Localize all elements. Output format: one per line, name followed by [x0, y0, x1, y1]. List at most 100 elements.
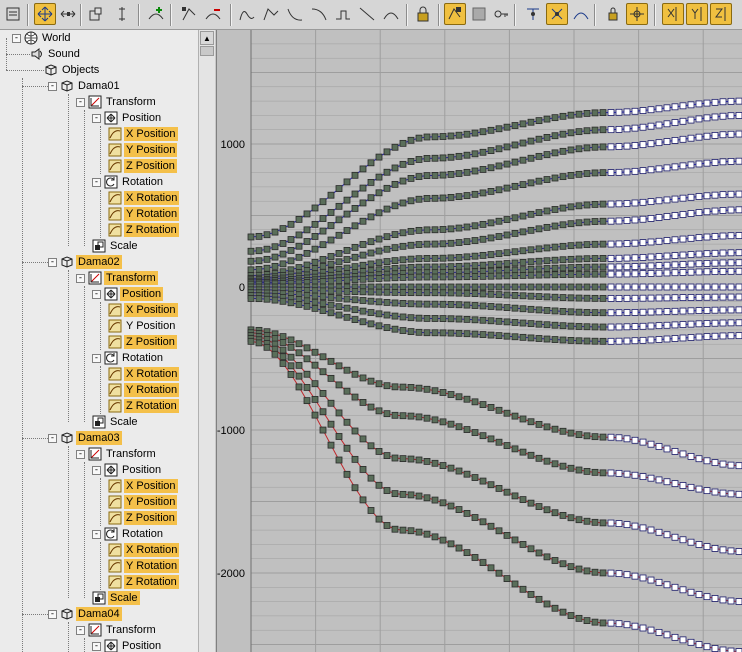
tree-row-label[interactable]: X Position — [124, 127, 178, 141]
key-point[interactable] — [735, 232, 742, 239]
collapse-toggle[interactable]: - — [48, 609, 57, 619]
tree-row[interactable]: Z Position — [108, 158, 177, 174]
key-point[interactable] — [543, 321, 551, 329]
key-point[interactable] — [607, 254, 615, 262]
key-point[interactable] — [647, 198, 655, 205]
key-point[interactable] — [455, 329, 463, 337]
key-point[interactable] — [271, 350, 279, 358]
key-point[interactable] — [391, 325, 399, 333]
key-point[interactable] — [671, 294, 679, 302]
key-point[interactable] — [719, 158, 727, 166]
key-point[interactable] — [727, 130, 735, 138]
key-point[interactable] — [447, 301, 455, 308]
key-point[interactable] — [463, 301, 471, 309]
key-point[interactable] — [647, 474, 655, 482]
key-point[interactable] — [663, 269, 671, 277]
key-point[interactable] — [327, 357, 335, 365]
key-point[interactable] — [503, 272, 511, 280]
key-point[interactable] — [711, 249, 719, 257]
key-point[interactable] — [583, 323, 591, 331]
key-point[interactable] — [359, 199, 367, 207]
key-point[interactable] — [719, 207, 727, 214]
key-point[interactable] — [567, 264, 575, 272]
key-point[interactable] — [535, 209, 543, 217]
key-point[interactable] — [351, 276, 359, 284]
key-point[interactable] — [567, 464, 575, 472]
scroll-thumb[interactable] — [200, 46, 214, 56]
key-point[interactable] — [655, 628, 663, 636]
key-point[interactable] — [639, 239, 647, 247]
key-point[interactable] — [495, 332, 503, 340]
key-point[interactable] — [591, 126, 599, 134]
key-point[interactable] — [695, 591, 703, 598]
key-point[interactable] — [479, 283, 487, 291]
key-point[interactable] — [335, 202, 343, 210]
key-point[interactable] — [527, 226, 535, 234]
key-point[interactable] — [615, 240, 623, 248]
key-point[interactable] — [647, 322, 655, 330]
key-point[interactable] — [687, 101, 695, 109]
key-point[interactable] — [735, 130, 742, 138]
key-point[interactable] — [655, 165, 663, 173]
key-point[interactable] — [495, 527, 503, 535]
key-point[interactable] — [575, 202, 583, 210]
key-point[interactable] — [303, 384, 311, 391]
key-point[interactable] — [343, 246, 351, 254]
key-point[interactable] — [535, 454, 543, 462]
key-point[interactable] — [383, 299, 391, 306]
key-point[interactable] — [599, 126, 607, 134]
key-point[interactable] — [487, 317, 495, 325]
key-point[interactable] — [399, 455, 407, 463]
key-point[interactable] — [719, 249, 727, 257]
tree-row-label[interactable]: Scale — [108, 239, 140, 253]
key-point[interactable] — [695, 209, 703, 216]
key-point[interactable] — [711, 98, 719, 106]
key-point[interactable] — [439, 154, 447, 162]
key-point[interactable] — [375, 209, 383, 217]
key-point[interactable] — [503, 575, 511, 583]
key-point[interactable] — [559, 560, 567, 568]
key-point[interactable] — [679, 636, 687, 644]
key-point[interactable] — [439, 194, 447, 202]
key-point[interactable] — [647, 626, 655, 634]
key-point[interactable] — [463, 192, 471, 199]
key-point[interactable] — [655, 237, 663, 245]
collapse-toggle[interactable]: - — [76, 97, 85, 107]
key-point[interactable] — [639, 141, 647, 149]
key-point[interactable] — [543, 257, 551, 265]
key-point[interactable] — [655, 283, 663, 291]
key-point[interactable] — [607, 433, 615, 441]
key-point[interactable] — [519, 319, 527, 327]
key-point[interactable] — [719, 460, 727, 468]
key-point[interactable] — [727, 267, 735, 275]
key-point[interactable] — [607, 309, 615, 317]
key-point[interactable] — [327, 236, 335, 244]
key-point[interactable] — [423, 385, 431, 393]
key-point[interactable] — [527, 118, 535, 126]
key-point[interactable] — [559, 307, 567, 315]
key-point[interactable] — [679, 135, 687, 143]
key-point[interactable] — [319, 353, 327, 361]
key-point[interactable] — [615, 263, 623, 271]
collapse-toggle[interactable]: - — [76, 625, 85, 635]
key-point[interactable] — [479, 477, 487, 485]
tree-row[interactable]: Z Position — [108, 334, 177, 350]
key-point[interactable] — [551, 283, 559, 291]
collapse-toggle[interactable]: - — [92, 465, 101, 475]
key-point[interactable] — [591, 618, 599, 626]
key-point[interactable] — [423, 263, 431, 271]
key-point[interactable] — [535, 306, 543, 314]
key-point[interactable] — [503, 260, 511, 267]
key-point[interactable] — [383, 184, 391, 192]
key-point[interactable] — [607, 619, 615, 627]
key-point[interactable] — [295, 340, 303, 348]
key-point[interactable] — [687, 134, 695, 142]
add-keys-button[interactable] — [145, 3, 167, 25]
key-point[interactable] — [335, 216, 343, 224]
key-point[interactable] — [591, 255, 599, 262]
lock-selection-button[interactable] — [412, 3, 434, 25]
key-point[interactable] — [543, 423, 551, 431]
collapse-toggle[interactable]: - — [48, 433, 57, 443]
key-point[interactable] — [391, 244, 399, 252]
key-point[interactable] — [615, 200, 623, 208]
